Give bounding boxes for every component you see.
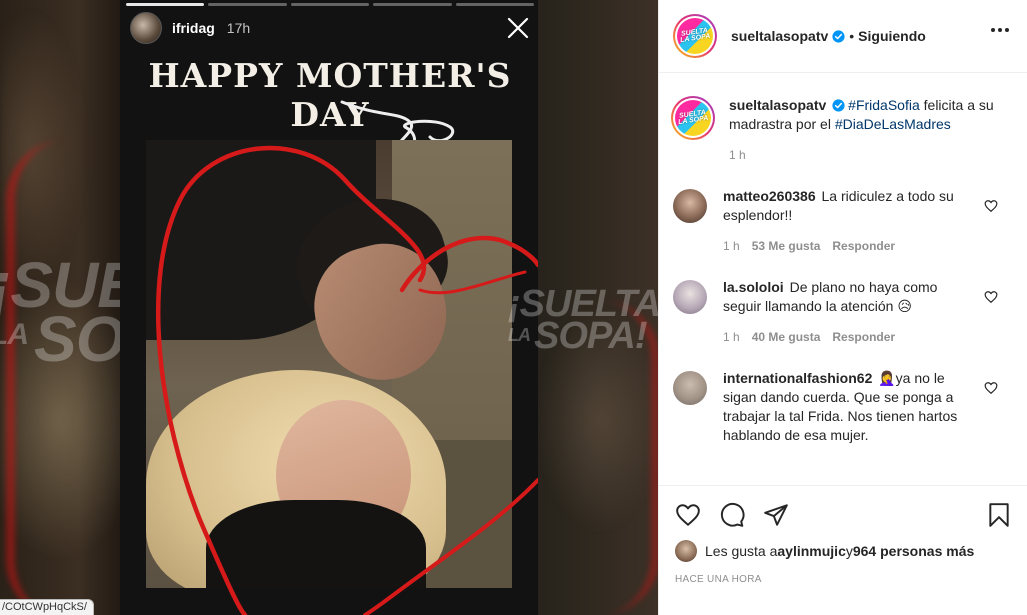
dot: [1005, 28, 1009, 32]
comment-body: internationalfashion62 🤦‍♀️ya no le siga…: [723, 369, 973, 445]
drawn-heart: [155, 145, 538, 615]
watermark-line2a: LA: [508, 325, 531, 346]
comment-body: la.sololoi De plano no haya como seguir …: [723, 278, 973, 347]
verified-icon: [832, 29, 845, 43]
save-icon[interactable]: [986, 502, 1012, 528]
hashtag-link[interactable]: #FridaSofia: [848, 97, 920, 113]
liker-username[interactable]: aylinmujic: [777, 543, 845, 559]
more-icon[interactable]: [991, 28, 1009, 32]
comments-list[interactable]: SUELTA LA SOPA sueltalasopatv #FridaSofi…: [659, 74, 1027, 484]
comment-meta: 1 h 40 Me gusta Responder: [723, 328, 973, 347]
heart-icon[interactable]: [984, 290, 998, 304]
caption-body: sueltalasopatv #FridaSofia felicita a su…: [729, 96, 999, 165]
dot: [991, 28, 995, 32]
share-icon[interactable]: [763, 502, 789, 528]
caption-avatar[interactable]: SUELTA LA SOPA: [671, 96, 715, 140]
post-panel: SUELTA LA SOPA sueltalasopatv • Siguiend…: [658, 0, 1027, 615]
comment-item: internationalfashion62 🤦‍♀️ya no le siga…: [673, 369, 1014, 445]
dot: [998, 28, 1002, 32]
comment-time: 1 h: [723, 330, 740, 344]
account-username[interactable]: sueltalasopatv: [731, 28, 828, 44]
following-button[interactable]: Siguiendo: [858, 28, 926, 44]
post-caption: SUELTA LA SOPA sueltalasopatv #FridaSofi…: [671, 74, 1014, 165]
reply-button[interactable]: Responder: [832, 237, 895, 256]
verified-icon: [832, 99, 845, 112]
comment-username[interactable]: internationalfashion62: [723, 370, 872, 386]
likes-prefix: Les gusta a: [705, 543, 778, 559]
caption-time: 1 h: [729, 148, 746, 162]
commenter-avatar[interactable]: [673, 371, 707, 405]
commenter-avatar[interactable]: [673, 189, 707, 223]
logo-text: SUELTA LA SOPA: [679, 26, 711, 45]
story-frame: ifridag 17h HAPPY MOTHER'S DAY: [120, 0, 538, 615]
comment-item: la.sololoi De plano no haya como seguir …: [673, 278, 1014, 347]
comment-username[interactable]: la.sololoi: [723, 279, 784, 295]
url-tag: /COtCWpHqCkS/: [0, 599, 94, 615]
caption-username[interactable]: sueltalasopatv: [729, 97, 826, 113]
post-media: ¡SUELTA LASOPA! ifridag 17h HAPPY MOTHER…: [0, 0, 658, 615]
post-header: SUELTA LA SOPA sueltalasopatv • Siguiend…: [659, 0, 1027, 73]
heart-icon[interactable]: [984, 381, 998, 395]
comment-time: 1 h: [723, 239, 740, 253]
likes-summary: Les gusta a aylinmujic y 964 personas má…: [675, 540, 1012, 562]
comment-username[interactable]: matteo260386: [723, 188, 816, 204]
brand-logo: SUELTA LA SOPA: [675, 100, 711, 136]
watermark-right: ¡SUELTA LA SOPA!: [508, 285, 658, 355]
blurred-heart-left: [6, 140, 76, 615]
likes-count[interactable]: 964 personas más: [853, 543, 974, 559]
brand-logo: SUELTA LA SOPA: [677, 18, 713, 54]
header-separator: •: [849, 28, 855, 44]
comment-likes[interactable]: 53 Me gusta: [752, 237, 821, 256]
comment-icon[interactable]: [719, 502, 745, 528]
liker-avatar[interactable]: [675, 540, 697, 562]
commenter-avatar[interactable]: [673, 280, 707, 314]
comment-meta: 1 h 53 Me gusta Responder: [723, 237, 973, 256]
likes-middle: y: [845, 543, 853, 559]
comment-body: matteo260386 La ridiculez a todo su espl…: [723, 187, 973, 256]
watermark-line2b: SOPA!: [534, 315, 648, 358]
post-actions: Les gusta a aylinmujic y 964 personas má…: [659, 485, 1027, 615]
logo-text: SUELTA LA SOPA: [677, 108, 709, 127]
hashtag-link[interactable]: #DiaDeLasMadres: [835, 116, 951, 132]
account-avatar[interactable]: SUELTA LA SOPA: [673, 14, 717, 58]
post-time[interactable]: HACE UNA HORA: [675, 574, 1012, 585]
action-bar: [675, 486, 1012, 544]
caption-meta: 1 h: [729, 146, 999, 165]
comment-item: matteo260386 La ridiculez a todo su espl…: [673, 187, 1014, 256]
comment-likes[interactable]: 40 Me gusta: [752, 328, 821, 347]
heart-icon[interactable]: [984, 199, 998, 213]
reply-button[interactable]: Responder: [832, 328, 895, 347]
heart-icon[interactable]: [675, 502, 701, 528]
watermark-line2a: LA: [0, 318, 29, 352]
avatar-ring: SUELTA LA SOPA: [675, 16, 715, 56]
avatar-ring: SUELTA LA SOPA: [673, 98, 713, 138]
